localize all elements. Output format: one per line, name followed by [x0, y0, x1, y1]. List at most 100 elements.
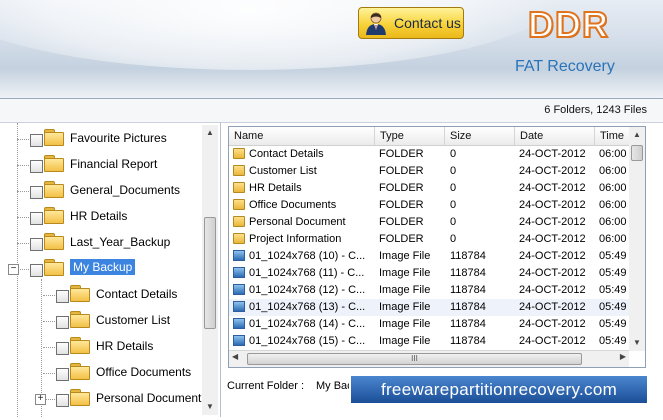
folder-icon — [233, 199, 245, 210]
cell-time: 06:00 — [599, 233, 627, 245]
person-icon — [363, 10, 389, 36]
table-row[interactable]: 01_1024x768 (15) - C... Image File 118784 2… — [229, 333, 629, 350]
table-row[interactable]: Contact Details FOLDER 0 24-OCT-2012 06:00 — [229, 146, 629, 163]
cell-time: 06:00 — [599, 165, 627, 177]
folder-tree[interactable]: Favourite Pictures Financial Report Genera… — [0, 123, 221, 417]
table-row[interactable]: Project Information FOLDER 0 24-OCT-2012 06:… — [229, 231, 629, 248]
tree-item-checkbox[interactable] — [56, 342, 69, 355]
tree-item[interactable]: Favourite Pictures — [0, 126, 200, 152]
scroll-up-arrow-icon[interactable]: ▲ — [629, 127, 645, 143]
folder-icon — [70, 285, 90, 302]
tree-item[interactable]: HR Details — [0, 204, 200, 230]
tree-item[interactable]: Customer List — [0, 308, 200, 334]
tree-item[interactable]: + Personal Document — [0, 386, 201, 412]
contact-us-button[interactable]: Contact us — [358, 7, 464, 39]
table-row[interactable]: HR Details FOLDER 0 24-OCT-2012 06:00 — [229, 180, 629, 197]
header-banner: Contact us DDR FAT Recovery — [0, 0, 663, 98]
folder-icon — [233, 148, 245, 159]
column-header-size[interactable]: Size — [445, 127, 515, 145]
cell-time: 06:00 — [599, 182, 627, 194]
tree-scroll-thumb[interactable] — [204, 217, 216, 329]
tree-item-checkbox[interactable] — [56, 290, 69, 303]
list-scroll-thumb[interactable] — [631, 145, 643, 161]
table-row[interactable]: 01_1024x768 (11) - C... Image File 118784 2… — [229, 265, 629, 282]
scroll-left-arrow-icon[interactable]: ◀ — [232, 352, 238, 361]
cell-size: 118784 — [450, 318, 486, 330]
column-header-name[interactable]: Name — [229, 127, 375, 145]
tree-vertical-scrollbar[interactable]: ▲ ▼ — [202, 125, 218, 415]
tree-item-checkbox[interactable] — [30, 238, 43, 251]
tree-item[interactable]: Office Documents — [0, 360, 200, 386]
file-list-header: Name Type Size Date Time — [229, 127, 635, 146]
current-folder-value: My Bac — [316, 380, 353, 392]
tree-item-label: Financial Report — [70, 157, 158, 171]
tree-item[interactable]: General_Documents — [0, 178, 200, 204]
status-bar: 6 Folders, 1243 Files — [0, 98, 663, 123]
cell-name: Contact Details — [249, 148, 324, 160]
scroll-right-arrow-icon[interactable]: ▶ — [620, 352, 626, 361]
image-file-icon — [233, 267, 245, 278]
cell-size: 118784 — [450, 301, 486, 313]
cell-name: HR Details — [249, 182, 302, 194]
table-row[interactable]: Office Documents FOLDER 0 24-OCT-2012 06:00 — [229, 197, 629, 214]
tree-item-checkbox[interactable] — [30, 134, 43, 147]
tree-guide-line — [17, 243, 29, 244]
watermark-banner: freewarepartitionrecovery.com — [349, 374, 649, 405]
file-list[interactable]: Name Type Size Date Time Contact Details… — [228, 126, 646, 368]
folder-icon — [70, 363, 90, 380]
table-row[interactable]: 01_1024x768 (13) - C... Image File 118784 2… — [229, 299, 629, 316]
cell-name: 01_1024x768 (15) - C... — [249, 335, 366, 347]
folder-icon — [44, 233, 64, 250]
open-folder-icon — [44, 259, 64, 276]
cell-date: 24-OCT-2012 — [519, 216, 586, 228]
cell-type: FOLDER — [379, 216, 424, 228]
image-file-icon — [233, 250, 245, 261]
cell-date: 24-OCT-2012 — [519, 199, 586, 211]
list-hscroll-thumb[interactable]: III — [247, 353, 582, 365]
tree-item-checkbox[interactable] — [56, 368, 69, 381]
tree-item-checkbox[interactable] — [56, 394, 69, 407]
cell-type: FOLDER — [379, 233, 424, 245]
tree-item-label: HR Details — [70, 209, 128, 223]
table-row[interactable]: Customer List FOLDER 0 24-OCT-2012 06:00 — [229, 163, 629, 180]
tree-item[interactable]: Financial Report — [0, 152, 200, 178]
column-header-type[interactable]: Type — [375, 127, 445, 145]
scroll-down-arrow-icon[interactable]: ▼ — [629, 335, 645, 351]
column-header-date[interactable]: Date — [515, 127, 595, 145]
collapse-icon[interactable]: − — [8, 264, 19, 275]
scroll-up-arrow-icon[interactable]: ▲ — [202, 125, 218, 141]
table-row[interactable]: 01_1024x768 (10) - C... Image File 118784 2… — [229, 248, 629, 265]
tree-item-label: Office Documents — [96, 365, 192, 379]
tree-item[interactable]: − My Backup — [0, 256, 200, 282]
tree-item-checkbox[interactable] — [56, 316, 69, 329]
cell-name: 01_1024x768 (13) - C... — [249, 301, 366, 313]
table-row[interactable]: Personal Document FOLDER 0 24-OCT-2012 06:00 — [229, 214, 629, 231]
tree-item-checkbox[interactable] — [30, 264, 43, 277]
cell-type: Image File — [379, 250, 431, 262]
tree-item-label: General_Documents — [70, 183, 181, 197]
list-vertical-scrollbar[interactable]: ▲ ▼ — [629, 127, 645, 351]
image-file-icon — [233, 301, 245, 312]
cell-type: Image File — [379, 335, 431, 347]
scroll-down-arrow-icon[interactable]: ▼ — [202, 399, 218, 415]
tree-item-checkbox[interactable] — [30, 160, 43, 173]
cell-type: FOLDER — [379, 165, 424, 177]
cell-time: 05:49 — [599, 284, 627, 296]
list-horizontal-scrollbar[interactable]: ◀ III ▶ — [229, 350, 629, 367]
cell-name: 01_1024x768 (14) - C... — [249, 318, 366, 330]
expand-icon[interactable]: + — [35, 394, 46, 405]
cell-type: FOLDER — [379, 182, 424, 194]
tree-item[interactable]: HR Details — [0, 334, 200, 360]
tree-guide-line — [43, 321, 55, 322]
tree-item-checkbox[interactable] — [30, 212, 43, 225]
tree-item[interactable]: Contact Details — [0, 282, 200, 308]
image-file-icon — [233, 284, 245, 295]
table-row[interactable]: 01_1024x768 (12) - C... Image File 118784 2… — [229, 282, 629, 299]
cell-type: Image File — [379, 301, 431, 313]
tree-item-checkbox[interactable] — [30, 186, 43, 199]
header-decoration — [0, 0, 560, 70]
tree-item-label: Favourite Pictures — [70, 131, 167, 145]
cell-date: 24-OCT-2012 — [519, 318, 586, 330]
table-row[interactable]: 01_1024x768 (14) - C... Image File 118784 2… — [229, 316, 629, 333]
tree-item[interactable]: Last_Year_Backup — [0, 230, 200, 256]
